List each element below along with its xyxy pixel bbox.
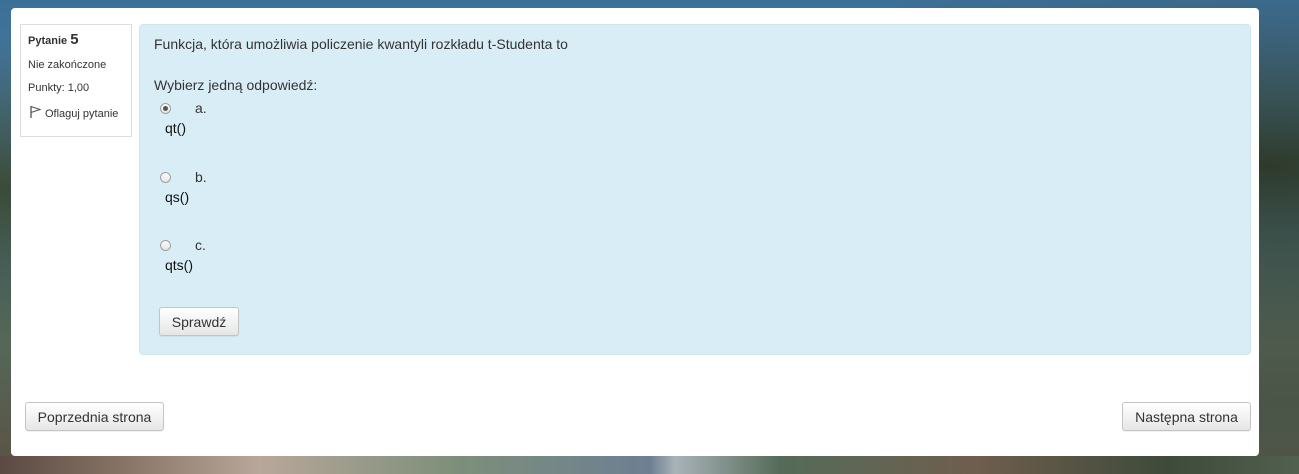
answer-a-letter: a.: [195, 100, 207, 116]
background-photo-strip: [0, 456, 1299, 474]
quiz-panel: Pytanie 5 Nie zakończone Punkty: 1,00 Of…: [11, 8, 1259, 456]
answer-a-text[interactable]: qt(): [165, 120, 186, 136]
answer-b-text[interactable]: qs(): [165, 189, 189, 205]
answer-c-radio[interactable]: [160, 240, 171, 251]
flag-question-link[interactable]: Oflaguj pytanie: [28, 105, 131, 122]
check-button[interactable]: Sprawdź: [159, 307, 239, 336]
answer-b-radio[interactable]: [160, 172, 171, 183]
flag-icon: [28, 105, 42, 122]
flag-question-label: Oflaguj pytanie: [45, 107, 119, 120]
question-number-value: 5: [70, 31, 79, 48]
question-info-box: Pytanie 5 Nie zakończone Punkty: 1,00 Of…: [20, 24, 132, 137]
answer-b-letter: b.: [195, 169, 207, 185]
question-points: Punkty: 1,00: [28, 82, 90, 94]
answer-c-text[interactable]: qts(): [165, 257, 193, 273]
answer-c-letter: c.: [195, 237, 206, 253]
next-page-button[interactable]: Następna strona: [1122, 402, 1251, 431]
answer-a-radio[interactable]: [160, 103, 171, 114]
question-number: Pytanie 5: [28, 31, 131, 48]
question-content: Funkcja, która umożliwia policzenie kwan…: [139, 24, 1251, 355]
question-text: Funkcja, która umożliwia policzenie kwan…: [154, 36, 568, 52]
answer-prompt: Wybierz jedną odpowiedź:: [154, 77, 318, 93]
previous-page-button[interactable]: Poprzednia strona: [25, 402, 164, 431]
question-state: Nie zakończone: [28, 59, 107, 71]
question-label: Pytanie: [28, 35, 68, 47]
